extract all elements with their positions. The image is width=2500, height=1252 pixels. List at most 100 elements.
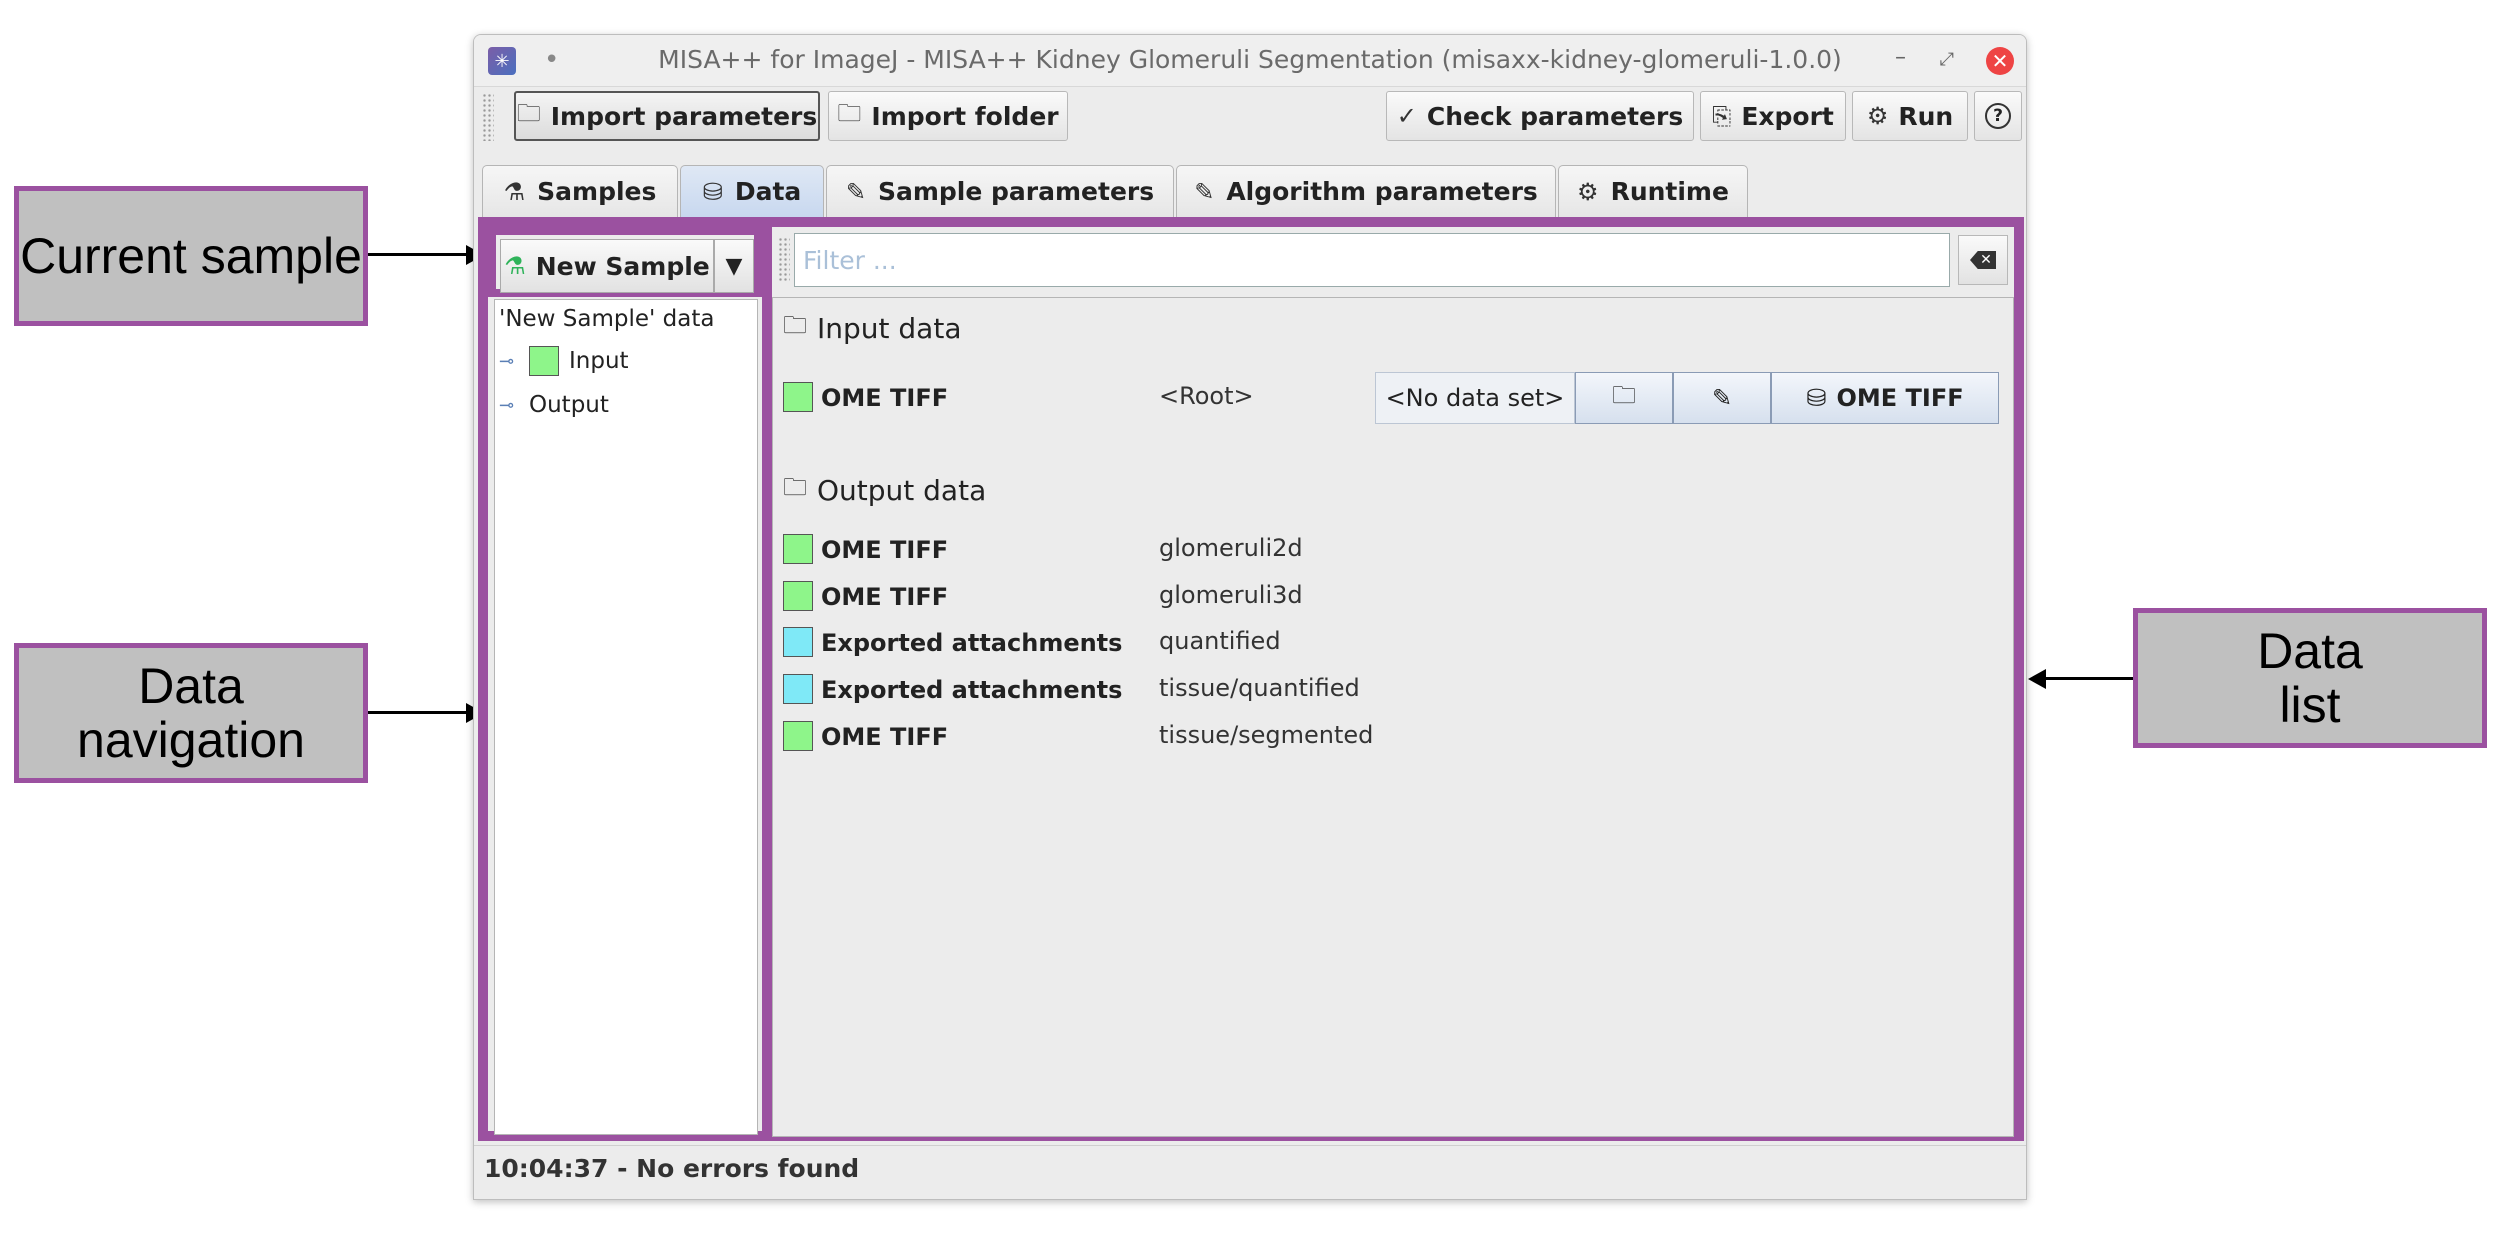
callout-data-list-line2: list (2279, 677, 2341, 733)
pencil-icon: ✎ (1711, 384, 1733, 412)
check-icon: ✓ (1396, 102, 1417, 130)
tab-data-label: Data (734, 177, 802, 206)
data-path: glomeruli3d (1159, 581, 1303, 609)
tab-samples[interactable]: ⚗ Samples (482, 165, 678, 217)
data-type: OME TIFF (821, 723, 949, 751)
callout-data-navigation-line1: Data (138, 658, 244, 714)
edit-data-button[interactable]: ✎ (1673, 372, 1771, 424)
data-type: OME TIFF (821, 384, 949, 412)
import-folder-label: Import folder (871, 101, 1059, 131)
database-icon: ⛁ (1806, 384, 1827, 412)
export-button[interactable]: ⎘ Export (1700, 91, 1846, 141)
arrow-data-list (2046, 677, 2133, 680)
data-path: tissue/quantified (1159, 674, 1360, 702)
tree-item-output-label: Output (529, 392, 609, 418)
tab-runtime-label: Runtime (1610, 177, 1729, 206)
tab-data[interactable]: ⛁ Data (680, 165, 824, 217)
restore-icon[interactable]: ⤢ (1940, 49, 1954, 70)
data-path: <Root> (1159, 382, 1254, 410)
current-sample-selector: ⚗ New Sample ▼ (488, 227, 762, 297)
folder-icon: 🗀 (1612, 380, 1636, 409)
data-type-button-label: OME TIFF (1836, 384, 1964, 412)
check-parameters-button[interactable]: ✓ Check parameters (1386, 91, 1694, 141)
folder-icon: 🗀 (783, 473, 807, 501)
data-type: OME TIFF (821, 583, 949, 611)
gear-icon: ⚙ (1577, 177, 1599, 206)
data-list: 🗀 Input data OME TIFF <Root> <No data se… (772, 297, 2014, 1137)
data-set-status: <No data set> (1375, 372, 1575, 424)
minimize-icon[interactable]: – (1895, 45, 1906, 70)
toolbar: 🗀 Import parameters 🗀 Import folder ✓ Ch… (474, 87, 2026, 147)
list-item: OME TIFF glomeruli2d (783, 532, 2013, 566)
check-parameters-label: Check parameters (1426, 101, 1684, 131)
folder-icon: 🗀 (837, 98, 862, 127)
panel-divider[interactable] (762, 227, 772, 1131)
data-type-button[interactable]: ⛁ OME TIFF (1771, 372, 1999, 424)
tab-bar: ⚗ Samples ⛁ Data ✎ Sample parameters ✎ A… (474, 165, 2026, 217)
data-type: Exported attachments (821, 629, 1123, 657)
data-type: Exported attachments (821, 676, 1123, 704)
tree-handle-icon[interactable]: ⊸ (499, 395, 519, 416)
filter-input[interactable] (794, 233, 1950, 287)
input-data-title: Input data (817, 312, 962, 345)
tab-algorithm-parameters-label: Algorithm parameters (1226, 177, 1538, 206)
input-data-heading: 🗀 Input data (783, 308, 961, 349)
export-icon: ⎘ (1712, 102, 1732, 130)
clear-filter-button[interactable]: ✕ (1958, 235, 2008, 285)
callout-data-navigation: Data navigation (14, 643, 368, 783)
import-folder-button[interactable]: 🗀 Import folder (828, 91, 1068, 141)
folder-icon: 🗀 (783, 311, 807, 339)
ome-tiff-color-icon (783, 382, 813, 412)
arrow-current-sample (368, 253, 468, 256)
status-bar: 10:04:37 - No errors found (474, 1145, 2026, 1199)
import-parameters-button[interactable]: 🗀 Import parameters (514, 91, 820, 141)
flask-icon: ⚗ (503, 177, 526, 206)
pencil-icon: ✎ (845, 177, 866, 206)
folder-icon: 🗀 (516, 98, 541, 127)
data-type: OME TIFF (821, 536, 949, 564)
list-item: Exported attachments tissue/quantified (783, 672, 2013, 706)
data-path: tissue/segmented (1159, 721, 1374, 749)
tab-runtime[interactable]: ⚙ Runtime (1558, 165, 1748, 217)
chevron-down-icon: ▼ (725, 253, 743, 279)
select-folder-button[interactable]: 🗀 (1575, 372, 1673, 424)
tree-item-input-label: Input (569, 348, 629, 374)
flask-icon: ⚗ (504, 252, 526, 280)
data-list-panel: ✕ 🗀 Input data OME TIFF <Root> <No data … (772, 227, 2014, 1137)
tab-sample-parameters[interactable]: ✎ Sample parameters (826, 165, 1174, 217)
filter-grip[interactable] (778, 237, 790, 283)
callout-data-list-line1: Data (2257, 623, 2363, 679)
data-tree: 'New Sample' data ⊸ Input ⊸ Output (494, 299, 758, 1135)
input-color-icon (529, 346, 559, 376)
data-path: quantified (1159, 627, 1281, 655)
database-icon: ⛁ (702, 177, 723, 206)
tree-item-input[interactable]: ⊸ Input (499, 346, 629, 376)
data-path: glomeruli2d (1159, 534, 1303, 562)
window-title: MISA++ for ImageJ - MISA++ Kidney Glomer… (658, 45, 1842, 74)
arrow-data-navigation (368, 711, 468, 714)
callout-current-sample: Current sample (14, 186, 368, 326)
export-label: Export (1741, 101, 1834, 131)
help-button[interactable]: ? (1974, 91, 2022, 141)
tree-handle-icon[interactable]: ⊸ (499, 351, 519, 372)
tree-root[interactable]: 'New Sample' data (499, 306, 714, 332)
ome-tiff-color-icon (783, 534, 813, 564)
run-button[interactable]: ⚙ Run (1852, 91, 1968, 141)
list-item: OME TIFF tissue/segmented (783, 719, 2013, 753)
tab-samples-label: Samples (537, 177, 657, 206)
import-parameters-label: Import parameters (550, 101, 818, 131)
close-icon[interactable]: ✕ (1986, 47, 2014, 75)
ome-tiff-color-icon (783, 721, 813, 751)
current-sample-button[interactable]: ⚗ New Sample (500, 239, 714, 293)
tab-algorithm-parameters[interactable]: ✎ Algorithm parameters (1176, 165, 1556, 217)
run-label: Run (1898, 101, 1954, 131)
current-sample-label: New Sample (535, 251, 710, 281)
pencil-icon: ✎ (1194, 177, 1215, 206)
toolbar-grip[interactable] (482, 93, 494, 141)
tree-item-output[interactable]: ⊸ Output (499, 392, 609, 418)
gear-outline-icon: ⚙ (1866, 102, 1889, 130)
callout-data-list: Data list (2133, 608, 2487, 748)
sample-dropdown-button[interactable]: ▼ (714, 239, 754, 293)
callout-current-sample-text: Current sample (20, 228, 362, 284)
attachment-color-icon (783, 627, 813, 657)
